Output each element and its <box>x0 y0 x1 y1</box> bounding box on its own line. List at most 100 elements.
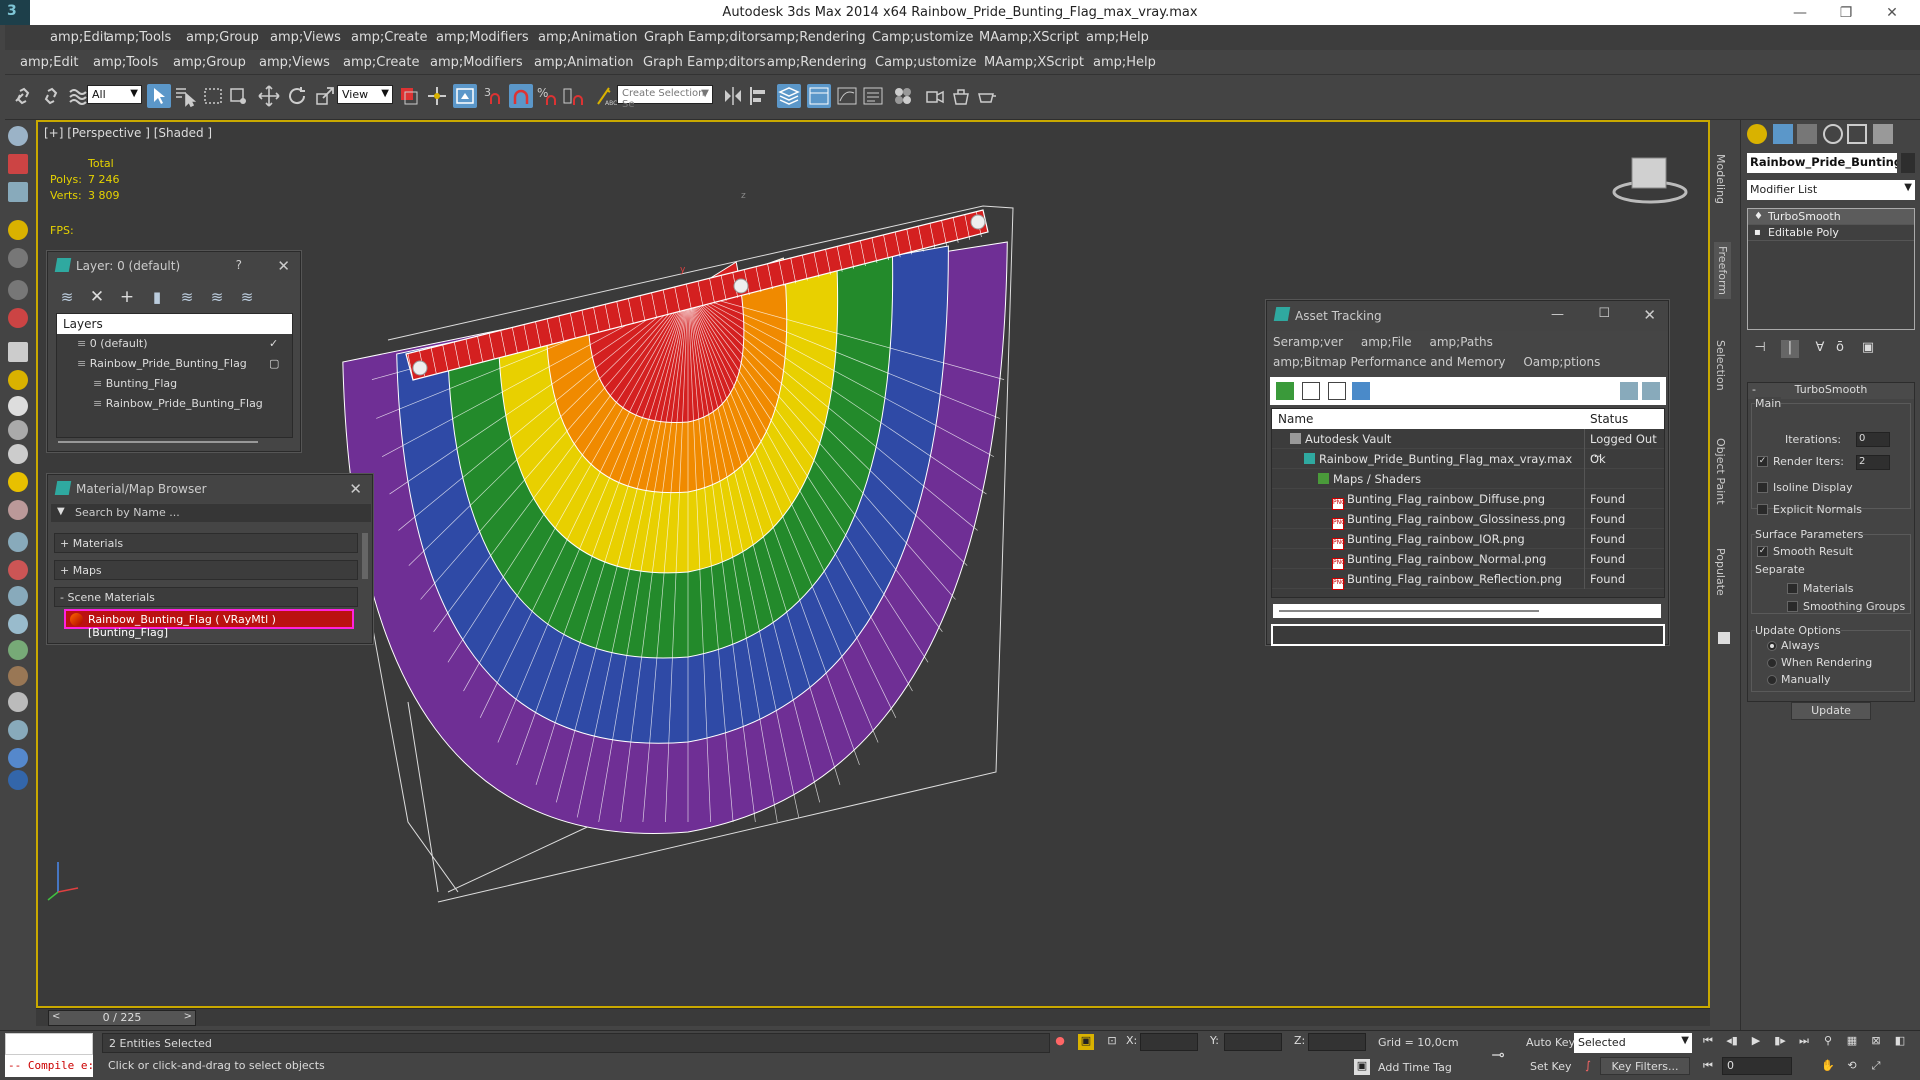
materials-group[interactable]: + Materials <box>54 533 358 553</box>
menu-views[interactable]: amp;Views <box>270 30 351 45</box>
menu-maxscript[interactable]: MAamp;XScript <box>979 30 1086 45</box>
select-in-layer-icon[interactable]: ≋ <box>178 288 196 306</box>
keyboard-shortcut-icon[interactable] <box>453 84 477 108</box>
sphere-icon[interactable] <box>8 370 28 390</box>
layer-row[interactable]: ≡ Rainbow_Pride_Bunting_Flag ▢ <box>57 354 292 374</box>
asset-row[interactable]: PNGBunting_Flag_rainbow_IOR.png Found <box>1272 529 1664 550</box>
next-key-icon[interactable]: ▮▸ <box>1772 1034 1788 1050</box>
menu2-help[interactable]: amp;Help <box>1093 55 1163 70</box>
rotate-icon[interactable] <box>285 84 309 108</box>
x-coordinate-field[interactable] <box>1140 1033 1198 1051</box>
maximize-icon[interactable]: ☐ <box>1598 306 1610 321</box>
menu-edit[interactable]: amp;Edit <box>50 30 108 45</box>
render-iters-spinner[interactable]: 2 <box>1856 455 1890 470</box>
explicit-normals-checkbox[interactable] <box>1757 504 1768 515</box>
lightbulb-icon[interactable]: ♦ <box>1754 211 1763 222</box>
smoothing-groups-checkbox[interactable] <box>1787 601 1798 612</box>
isoline-display-checkbox[interactable] <box>1757 482 1768 493</box>
window-crossing-icon[interactable] <box>227 84 251 108</box>
menu2-create[interactable]: amp;Create <box>343 55 430 70</box>
key-tangent-icon[interactable]: ∫ <box>1580 1059 1596 1075</box>
helper-icon[interactable] <box>8 532 28 552</box>
add-selection-icon[interactable]: ▮ <box>148 288 166 306</box>
zoom-all-icon[interactable]: ▦ <box>1844 1034 1860 1050</box>
tab-populate[interactable]: Populate <box>1714 548 1727 596</box>
modify-icon[interactable] <box>8 154 28 174</box>
world-icon[interactable] <box>8 720 28 740</box>
menu-customize[interactable]: Camp;ustomize <box>872 30 979 45</box>
help-icon[interactable] <box>1620 382 1638 400</box>
highlight-layer-icon[interactable]: ≋ <box>208 288 226 306</box>
auto-key-button[interactable]: Auto Key <box>1526 1036 1575 1049</box>
refresh-icon[interactable] <box>1276 382 1294 400</box>
next-frame-button[interactable]: > <box>184 1011 192 1022</box>
time-tag-icon[interactable]: ▣ <box>1354 1059 1370 1075</box>
object-color-swatch[interactable] <box>1901 153 1915 173</box>
asset-row[interactable]: PNGBunting_Flag_rainbow_Normal.png Found <box>1272 549 1664 570</box>
isolate-icon[interactable]: ● <box>1052 1034 1068 1050</box>
asset-row[interactable]: Maps / Shaders <box>1272 469 1664 489</box>
pan-icon[interactable]: ✋ <box>1820 1059 1836 1075</box>
hide-all-icon[interactable]: ≋ <box>238 288 256 306</box>
layer-scrollbar[interactable] <box>58 441 258 443</box>
vray-icon[interactable] <box>8 748 28 768</box>
layer-row[interactable]: ≡ 0 (default) ✓ <box>57 334 292 354</box>
time-slider[interactable]: < 0 / 225 > <box>36 1008 1710 1026</box>
minimize-icon[interactable]: — <box>1551 307 1564 322</box>
cone-icon[interactable] <box>8 444 28 464</box>
menu-server[interactable]: Seramp;ver <box>1273 335 1343 349</box>
mesher-icon[interactable] <box>8 692 28 712</box>
unlink-icon[interactable] <box>39 84 63 108</box>
script-icon[interactable] <box>8 770 28 790</box>
pivot-center-icon[interactable] <box>397 84 421 108</box>
menu2-maxscript[interactable]: MAamp;XScript <box>984 55 1093 70</box>
maxscript-listener[interactable]: -- Compile e: <box>5 1033 93 1077</box>
manually-radio[interactable] <box>1767 675 1777 685</box>
utilities-tab-icon[interactable] <box>1873 124 1893 144</box>
maximize-button[interactable]: ❐ <box>1826 2 1866 24</box>
close-icon[interactable]: ✕ <box>1643 306 1656 324</box>
play-icon[interactable]: ▶ <box>1748 1034 1764 1050</box>
add-time-tag-button[interactable]: Add Time Tag <box>1378 1061 1452 1074</box>
configure-sets-icon[interactable]: ▣ <box>1859 340 1877 358</box>
display-tab-icon[interactable] <box>1847 124 1867 144</box>
asset-tracking-header[interactable]: Asset Tracking — ☐ ✕ <box>1267 301 1668 331</box>
delete-icon[interactable]: ✕ <box>88 288 106 306</box>
expand-icon[interactable]: ▪ <box>1754 227 1761 238</box>
menu-paths[interactable]: amp;Paths <box>1430 335 1493 349</box>
rectangular-selection-icon[interactable] <box>201 84 225 108</box>
maps-group[interactable]: + Maps <box>54 560 358 580</box>
status-column-header[interactable]: Status <box>1590 412 1628 426</box>
details-view-icon[interactable] <box>1328 382 1346 400</box>
material-editor-icon[interactable] <box>891 84 915 108</box>
scroll-thumb[interactable] <box>1279 610 1539 612</box>
menu2-views[interactable]: amp;Views <box>259 55 343 70</box>
maximize-viewport-icon[interactable]: ⤢ <box>1868 1059 1884 1075</box>
field-of-view-icon[interactable]: ◧ <box>1892 1034 1908 1050</box>
create-icon[interactable] <box>8 126 28 146</box>
select-manipulate-icon[interactable] <box>425 84 449 108</box>
light-icon[interactable] <box>8 472 28 492</box>
material-browser-scrollbar[interactable] <box>362 533 368 579</box>
rendered-frame-window-icon[interactable] <box>949 84 973 108</box>
menu-help[interactable]: amp;Help <box>1086 30 1156 45</box>
menu-file[interactable]: amp;File <box>1361 335 1412 349</box>
menu2-customize[interactable]: Camp;ustomize <box>875 55 984 70</box>
stack-item-editable-poly[interactable]: ▪ Editable Poly <box>1748 225 1914 241</box>
box-icon[interactable] <box>8 342 28 362</box>
curve-editor-icon[interactable] <box>835 84 859 108</box>
chevron-down-icon[interactable]: ▼ <box>57 506 65 517</box>
systems-icon[interactable] <box>8 586 28 606</box>
menu-animation[interactable]: amp;Animation <box>538 30 644 45</box>
key-filters-button[interactable]: Key Filters... <box>1600 1057 1690 1075</box>
menu-group[interactable]: amp;Group <box>186 30 270 45</box>
menu2-rendering[interactable]: amp;Rendering <box>767 55 875 70</box>
lock-selection-icon[interactable]: ▣ <box>1078 1034 1094 1050</box>
table-view-icon[interactable] <box>1352 382 1370 400</box>
layer-row[interactable]: ≡ Rainbow_Pride_Bunting_Flag <box>57 394 292 414</box>
torus-icon[interactable] <box>8 420 28 440</box>
edit-named-selection-icon[interactable]: ABC <box>593 84 617 108</box>
particle-icon[interactable] <box>8 614 28 634</box>
highlight-icon[interactable] <box>1642 382 1660 400</box>
asset-row[interactable]: Autodesk Vault Logged Out ... <box>1272 429 1664 460</box>
